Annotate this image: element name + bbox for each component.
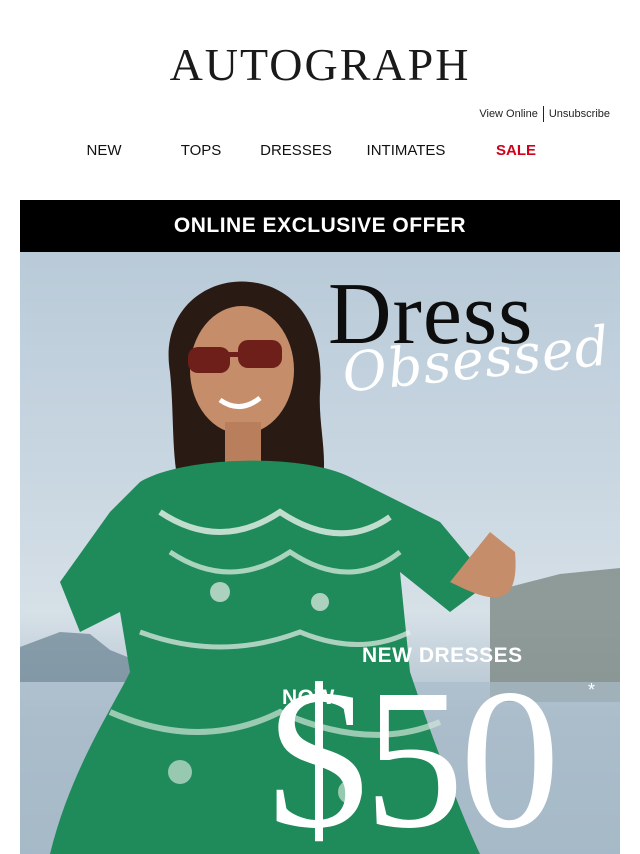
nav-item-intimates[interactable]: INTIMATES [351, 142, 461, 159]
autograph-logo[interactable]: AUTOGRAPH [0, 40, 640, 90]
nav-item-new[interactable]: NEW [49, 142, 159, 159]
unsubscribe-link[interactable]: Unsubscribe [549, 108, 610, 120]
main-nav: NEW TOPS DRESSES INTIMATES SALE [0, 142, 640, 159]
link-divider [542, 106, 544, 122]
price-asterisk: * [588, 680, 596, 700]
nav-item-dresses[interactable]: DRESSES [241, 142, 351, 159]
online-exclusive-banner[interactable]: ONLINE EXCLUSIVE OFFER [20, 200, 620, 252]
utility-links: View Online Unsubscribe [479, 106, 610, 122]
view-online-link[interactable]: View Online [479, 108, 538, 120]
nav-item-sale[interactable]: SALE [461, 142, 571, 159]
hero-image[interactable]: Dress Obsessed NEW DRESSES NOW $50 * [20, 252, 620, 854]
nav-item-tops[interactable]: TOPS [168, 142, 234, 159]
price-label: $50 [268, 649, 560, 854]
